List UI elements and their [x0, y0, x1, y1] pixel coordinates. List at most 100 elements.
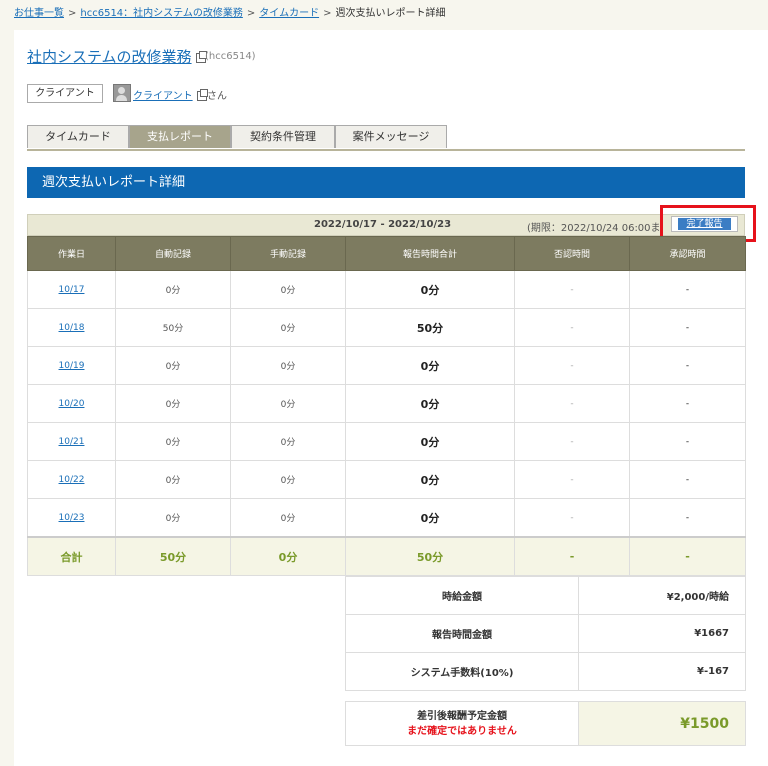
- client-link[interactable]: クライアント: [133, 87, 208, 102]
- date-cell: 10/19: [27, 346, 116, 385]
- final-amount-row: 差引後報酬予定金額 まだ確定ではありません ¥1500: [345, 701, 746, 746]
- total-manual: 0分: [230, 536, 346, 576]
- summary-label: 時給金額: [345, 576, 579, 615]
- summary-value: ¥-167: [578, 652, 746, 691]
- period-range: 2022/10/17 - 2022/10/23: [314, 219, 452, 230]
- header-manual: 手動記録: [230, 236, 346, 271]
- denied-time-cell: -: [514, 498, 630, 538]
- denied-time-cell: -: [514, 270, 630, 309]
- date-link[interactable]: 10/18: [59, 323, 85, 333]
- denied-time-cell: -: [514, 422, 630, 461]
- table-row: 10/18 50分 0分 50分 - -: [27, 308, 746, 347]
- role-tag: クライアント: [27, 84, 103, 103]
- manual-record-cell: 0分: [230, 384, 346, 423]
- approved-time-cell: -: [629, 384, 746, 423]
- summary-label: システム手数料(10%): [345, 652, 579, 691]
- final-amount-value: ¥1500: [578, 701, 746, 746]
- header-date: 作業日: [27, 236, 116, 271]
- section-title: 週次支払いレポート詳細: [27, 167, 745, 198]
- total-auto: 50分: [115, 536, 231, 576]
- manual-record-cell: 0分: [230, 308, 346, 347]
- approved-time-cell: -: [629, 498, 746, 538]
- client-suffix: さん: [207, 91, 227, 102]
- summary-label: 報告時間金額: [345, 614, 579, 653]
- header-total: 報告時間合計: [345, 236, 515, 271]
- breadcrumb-separator: >: [246, 8, 256, 19]
- header-approved: 承認時間: [629, 236, 746, 271]
- manual-record-cell: 0分: [230, 498, 346, 538]
- approved-time-cell: -: [629, 308, 746, 347]
- date-cell: 10/18: [27, 308, 116, 347]
- manual-record-cell: 0分: [230, 422, 346, 461]
- reported-total-cell: 0分: [345, 346, 515, 385]
- denied-time-cell: -: [514, 384, 630, 423]
- date-cell: 10/21: [27, 422, 116, 461]
- table-total-row: 合計 50分 0分 50分 - -: [27, 536, 746, 576]
- job-id: (hcc6514): [205, 51, 256, 62]
- denied-time-cell: -: [514, 460, 630, 499]
- reported-total-cell: 0分: [345, 270, 515, 309]
- manual-record-cell: 0分: [230, 460, 346, 499]
- breadcrumb-job-list[interactable]: お仕事一覧: [14, 8, 64, 19]
- date-cell: 10/17: [27, 270, 116, 309]
- auto-record-cell: 0分: [115, 498, 231, 538]
- date-link[interactable]: 10/17: [59, 285, 85, 295]
- breadcrumb-separator: >: [68, 8, 77, 19]
- denied-time-cell: -: [514, 308, 630, 347]
- unconfirmed-warning: まだ確定ではありません: [407, 725, 517, 737]
- table-row: 10/22 0分 0分 0分 - -: [27, 460, 746, 499]
- date-link[interactable]: 10/22: [59, 475, 85, 485]
- final-amount-label: 差引後報酬予定金額: [417, 710, 507, 722]
- header-denied: 否認時間: [514, 236, 630, 271]
- payment-summary-table: 時給金額 ¥2,000/時給 報告時間金額 ¥1667 システム手数料(10%) ¥-16…: [345, 576, 746, 691]
- manual-record-cell: 0分: [230, 270, 346, 309]
- summary-value: ¥1667: [578, 614, 746, 653]
- reported-total-cell: 0分: [345, 384, 515, 423]
- approved-time-cell: -: [629, 270, 746, 309]
- table-row: 10/21 0分 0分 0分 - -: [27, 422, 746, 461]
- date-cell: 10/22: [27, 460, 116, 499]
- breadcrumb: お仕事一覧 > hcc6514：社内システムの改修業務 > タイムカード > 週次支払いレポ…: [14, 4, 445, 19]
- date-link[interactable]: 10/21: [59, 437, 85, 447]
- final-amount-table: 差引後報酬予定金額 まだ確定ではありません ¥1500: [345, 701, 746, 746]
- reported-total-cell: 0分: [345, 422, 515, 461]
- auto-record-cell: 0分: [115, 460, 231, 499]
- tab-contract-terms[interactable]: 契約条件管理: [231, 125, 335, 148]
- table-row: 10/17 0分 0分 0分 - -: [27, 270, 746, 309]
- reported-total-cell: 0分: [345, 498, 515, 538]
- external-link-icon: [196, 89, 208, 101]
- job-title[interactable]: 社内システムの改修業務: [27, 48, 192, 66]
- tab-payment-report[interactable]: 支払レポート: [129, 125, 231, 148]
- period-bar: 2022/10/17 - 2022/10/23 (期限：2022/10/24 0…: [27, 214, 745, 236]
- breadcrumb-timecard[interactable]: タイムカード: [259, 8, 319, 19]
- summary-row: 時給金額 ¥2,000/時給: [345, 576, 746, 615]
- daily-report-table: 作業日 自動記録 手動記録 報告時間合計 否認時間 承認時間 10/17 0分 0分…: [27, 236, 746, 576]
- tabs-underline: [27, 149, 745, 151]
- table-row: 10/23 0分 0分 0分 - -: [27, 498, 746, 538]
- reported-total-cell: 0分: [345, 460, 515, 499]
- date-link[interactable]: 10/20: [59, 399, 85, 409]
- auto-record-cell: 0分: [115, 384, 231, 423]
- total-reported: 50分: [345, 536, 515, 576]
- date-cell: 10/23: [27, 498, 116, 538]
- approved-time-cell: -: [629, 460, 746, 499]
- tab-timecard[interactable]: タイムカード: [27, 125, 129, 148]
- total-denied: -: [514, 536, 630, 576]
- breadcrumb-separator: >: [323, 8, 332, 19]
- date-link[interactable]: 10/23: [59, 513, 85, 523]
- reported-total-cell: 50分: [345, 308, 515, 347]
- manual-record-cell: 0分: [230, 346, 346, 385]
- table-header-row: 作業日 自動記録 手動記録 報告時間合計 否認時間 承認時間: [27, 236, 746, 271]
- breadcrumb-current: 週次支払いレポート詳細: [335, 8, 446, 19]
- summary-value: ¥2,000/時給: [578, 576, 746, 615]
- tab-job-messages[interactable]: 案件メッセージ: [335, 125, 447, 148]
- date-link[interactable]: 10/19: [59, 361, 85, 371]
- breadcrumb-job[interactable]: hcc6514：社内システムの改修業務: [80, 8, 242, 19]
- job-title-link[interactable]: 社内システムの改修業務: [27, 46, 207, 67]
- total-approved: -: [629, 536, 746, 576]
- auto-record-cell: 50分: [115, 308, 231, 347]
- client-name[interactable]: クライアント: [133, 91, 193, 102]
- denied-time-cell: -: [514, 346, 630, 385]
- period-deadline: (期限：2022/10/24 06:00ま: [527, 223, 661, 234]
- auto-record-cell: 0分: [115, 346, 231, 385]
